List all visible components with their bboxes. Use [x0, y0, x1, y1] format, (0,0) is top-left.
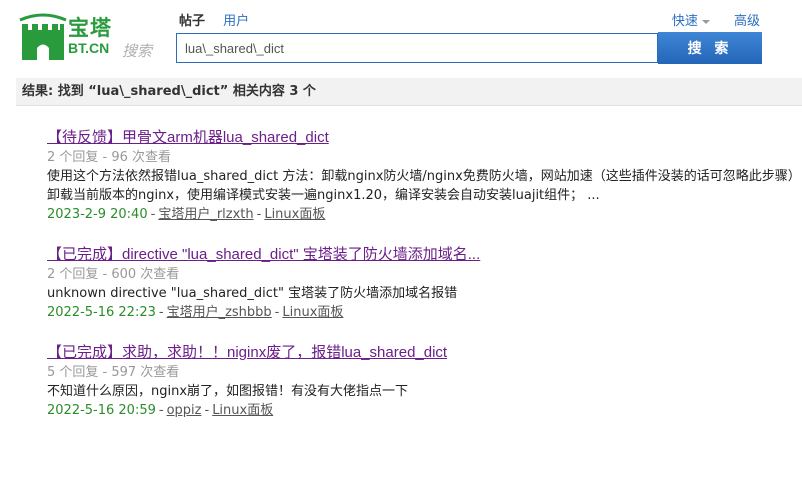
search-button[interactable]: 搜 索 — [658, 32, 762, 64]
meta-separator: - — [274, 305, 280, 320]
result-item: 【已完成】求助，求助！！niginx废了，报错lua_shared_dict 5… — [47, 343, 802, 421]
quick-search-dropdown[interactable]: 快速 — [672, 10, 710, 29]
result-date: 2022-5-16 22:23 — [47, 305, 156, 320]
logo-search-word: 搜索 — [122, 43, 153, 60]
top-links: 快速 高级 — [652, 10, 760, 29]
meta-separator: - — [256, 207, 262, 222]
result-item: 【待反馈】甲骨文arm机器lua_shared_dict 2 个回复 - 96 … — [47, 128, 802, 225]
result-excerpt: 不知道什么原因，nginx崩了，如图报错！有没有大佬指点一下 — [47, 384, 409, 399]
result-author-link[interactable]: oppiz — [167, 403, 202, 418]
result-date: 2022-5-16 20:59 — [47, 403, 156, 418]
tab-posts[interactable]: 帖子 — [179, 10, 205, 29]
result-stats: 2 个回复 - 600 次查看 — [47, 267, 180, 282]
result-meta: 2023-2-9 20:40- 宝塔用户_rlzxth - Linux面板 — [47, 205, 802, 225]
result-forum-link[interactable]: Linux面板 — [212, 403, 273, 418]
result-author-link[interactable]: 宝塔用户_rlzxth — [158, 207, 253, 222]
logo-text-cn: 宝塔 — [68, 16, 112, 40]
result-excerpt: unknown directive "lua_shared_dict" 宝塔装了… — [47, 286, 458, 301]
header: 宝塔 BT.CN 搜索 帖子 用户 快速 高级 搜 索 — [0, 0, 802, 78]
meta-separator: - — [204, 403, 210, 418]
advanced-search-link[interactable]: 高级 — [734, 10, 760, 29]
logo-text-en: BT.CN — [68, 40, 110, 56]
search-box — [176, 33, 658, 63]
result-stats: 2 个回复 - 96 次查看 — [47, 150, 172, 165]
caret-down-icon — [701, 19, 710, 24]
result-item: 【已完成】directive "lua_shared_dict" 宝塔装了防火墙… — [47, 245, 802, 323]
result-meta: 2022-5-16 22:23- 宝塔用户_zshbbb - Linux面板 — [47, 303, 802, 323]
result-forum-link[interactable]: Linux面板 — [282, 305, 343, 320]
results-list: 【待反馈】甲骨文arm机器lua_shared_dict 2 个回复 - 96 … — [47, 128, 802, 441]
result-excerpt: 使用这个方法依然报错lua_shared_dict 方法：卸载nginx防火墙/… — [47, 169, 795, 203]
result-title-link[interactable]: 【待反馈】甲骨文arm机器lua_shared_dict — [47, 128, 802, 148]
tab-users[interactable]: 用户 — [223, 10, 249, 29]
result-date: 2023-2-9 20:40 — [47, 207, 148, 222]
result-author-link[interactable]: 宝塔用户_zshbbb — [167, 305, 272, 320]
quick-search-label: 快速 — [671, 14, 698, 29]
search-type-tabs: 帖子 用户 — [179, 10, 263, 29]
meta-separator: - — [158, 403, 164, 418]
meta-separator: - — [158, 305, 164, 320]
result-forum-link[interactable]: Linux面板 — [264, 207, 325, 222]
result-summary: 结果: 找到 “lua\_shared\_dict” 相关内容 3 个 — [16, 78, 802, 106]
result-title-link[interactable]: 【已完成】directive "lua_shared_dict" 宝塔装了防火墙… — [47, 245, 802, 265]
result-stats: 5 个回复 - 597 次查看 — [47, 365, 180, 380]
result-meta: 2022-5-16 20:59- oppiz - Linux面板 — [47, 401, 802, 421]
result-title-link[interactable]: 【已完成】求助，求助！！niginx废了，报错lua_shared_dict — [47, 343, 802, 363]
search-input[interactable] — [177, 34, 657, 62]
meta-separator: - — [150, 207, 156, 222]
